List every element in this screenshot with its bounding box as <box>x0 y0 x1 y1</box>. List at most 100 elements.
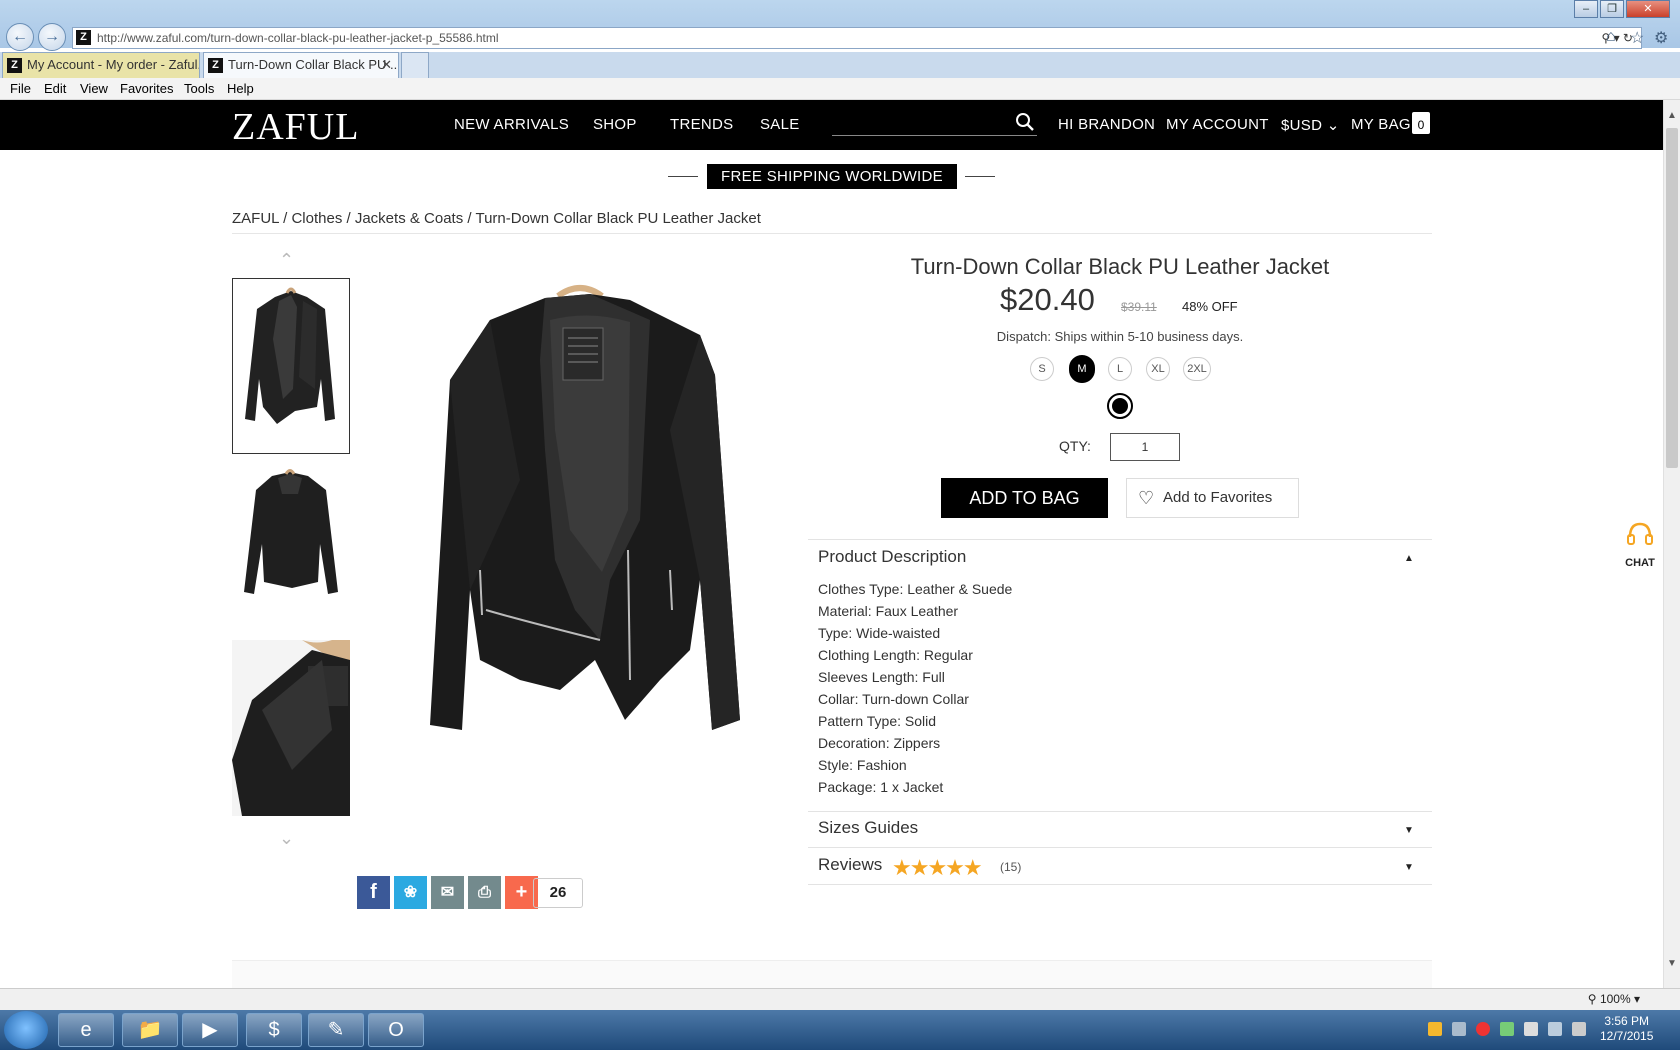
chat-label: CHAT <box>1625 557 1655 569</box>
menu-edit[interactable]: Edit <box>44 81 66 96</box>
menu-file[interactable]: File <box>10 81 31 96</box>
tray-monitor-icon[interactable] <box>1548 1022 1562 1036</box>
description-line: Clothing Length: Regular <box>818 647 973 663</box>
nav-trends[interactable]: TRENDS <box>670 116 733 133</box>
size-option-s[interactable]: S <box>1030 357 1054 381</box>
zoom-level[interactable]: ⚲ 100% ▾ <box>1588 992 1640 1006</box>
thumbnail-detail[interactable] <box>232 640 350 816</box>
tab-favicon-icon: Z <box>7 58 22 73</box>
caret-down-icon[interactable]: ▼ <box>1404 862 1414 873</box>
favorites-label: Add to Favorites <box>1163 489 1273 506</box>
scroll-down-icon[interactable]: ▼ <box>1667 958 1677 969</box>
back-button[interactable]: ← <box>6 23 34 51</box>
tab-label: My Account - My order - Zaful... <box>27 57 200 72</box>
scroll-up-icon[interactable]: ▲ <box>1667 110 1677 121</box>
description-line: Collar: Turn-down Collar <box>818 691 969 707</box>
thumbnail-back[interactable] <box>232 464 350 614</box>
settings-gear-icon[interactable]: ⚙ <box>1654 28 1668 48</box>
clock-date: 12/7/2015 <box>1600 1029 1654 1043</box>
thumbnails-up-icon[interactable]: ⌃ <box>279 250 294 271</box>
breadcrumb: ZAFUL / Clothes / Jackets & Coats / Turn… <box>232 210 761 227</box>
page-scrollbar[interactable]: ▲ ▼ <box>1663 100 1680 988</box>
my-account-link[interactable]: MY ACCOUNT <box>1166 116 1269 133</box>
breadcrumb-jackets[interactable]: Jackets & Coats <box>355 210 463 227</box>
caret-up-icon[interactable]: ▲ <box>1404 553 1414 564</box>
money-app-icon[interactable]: $ <box>246 1013 302 1047</box>
tray-flag-icon[interactable] <box>1524 1022 1538 1036</box>
bag-icon[interactable]: 0 <box>1412 112 1430 134</box>
file-explorer-icon[interactable]: 📁 <box>122 1013 178 1047</box>
currency-selector[interactable]: $USD ⌄ <box>1281 116 1340 134</box>
outlook-icon[interactable]: O <box>368 1013 424 1047</box>
start-button[interactable] <box>4 1011 48 1049</box>
main-product-image[interactable] <box>370 280 780 780</box>
chat-widget[interactable]: CHAT <box>1620 520 1660 569</box>
system-clock[interactable]: 3:56 PM 12/7/2015 <box>1600 1014 1653 1044</box>
tray-antivirus-icon[interactable] <box>1476 1022 1490 1036</box>
menu-favorites[interactable]: Favorites <box>120 81 173 96</box>
color-swatch-black[interactable] <box>1107 393 1133 419</box>
section-divider <box>808 811 1432 812</box>
tray-volume-icon[interactable] <box>1572 1022 1586 1036</box>
sizes-guide-header[interactable]: Sizes Guides <box>818 818 918 838</box>
thumbnail-front[interactable] <box>232 278 350 454</box>
greeting-link[interactable]: HI BRANDON <box>1058 116 1155 133</box>
maximize-button[interactable]: ❐ <box>1600 0 1624 18</box>
description-line: Style: Fashion <box>818 757 907 773</box>
quantity-input[interactable] <box>1110 433 1180 461</box>
site-logo[interactable]: ZAFUL <box>232 105 359 149</box>
tab-product[interactable]: Z Turn-Down Collar Black PU ... ✕ <box>203 52 399 78</box>
close-window-button[interactable]: ✕ <box>1626 0 1670 18</box>
clock-time: 3:56 PM <box>1604 1014 1650 1028</box>
site-favicon-icon: Z <box>76 30 91 45</box>
caret-down-icon[interactable]: ▼ <box>1404 825 1414 836</box>
reviews-header[interactable]: Reviews <box>818 855 882 875</box>
address-bar[interactable]: Z http://www.zaful.com/turn-down-collar-… <box>72 27 1642 49</box>
browser-titlebar: ← → Z http://www.zaful.com/turn-down-col… <box>0 0 1680 51</box>
forward-button[interactable]: → <box>38 23 66 51</box>
discount-badge: 48% OFF <box>1182 299 1238 314</box>
size-option-l[interactable]: L <box>1108 357 1132 381</box>
size-option-xl[interactable]: XL <box>1146 357 1170 381</box>
my-bag-link[interactable]: MY BAG <box>1351 116 1411 133</box>
product-description-list: Clothes Type: Leather & Suede Material: … <box>818 578 1012 798</box>
minimize-button[interactable]: – <box>1574 0 1598 18</box>
product-description-header[interactable]: Product Description <box>818 547 966 567</box>
scrollbar-thumb[interactable] <box>1666 128 1678 468</box>
section-divider <box>808 847 1432 848</box>
size-option-2xl[interactable]: 2XL <box>1183 357 1211 381</box>
menu-tools[interactable]: Tools <box>184 81 214 96</box>
new-tab-button[interactable] <box>401 52 429 78</box>
breadcrumb-clothes[interactable]: Clothes <box>291 210 342 227</box>
add-to-favorites-button[interactable]: ♡ Add to Favorites <box>1126 478 1299 518</box>
internet-explorer-icon[interactable]: e <box>58 1013 114 1047</box>
tray-network-icon[interactable] <box>1500 1022 1514 1036</box>
twitter-share-icon[interactable]: ❀ <box>394 876 427 909</box>
add-to-bag-button[interactable]: ADD TO BAG <box>941 478 1108 518</box>
menu-help[interactable]: Help <box>227 81 254 96</box>
nav-sale[interactable]: SALE <box>760 116 800 133</box>
calculator-app-icon[interactable]: ✎ <box>308 1013 364 1047</box>
menu-view[interactable]: View <box>80 81 108 96</box>
size-option-m[interactable]: M <box>1069 355 1095 383</box>
product-price: $20.40 <box>1000 282 1095 317</box>
tab-close-icon[interactable]: ✕ <box>381 53 392 77</box>
share-count: 26 <box>533 878 583 908</box>
breadcrumb-home[interactable]: ZAFUL <box>232 210 279 227</box>
tray-office-icon[interactable] <box>1428 1022 1442 1036</box>
search-input[interactable] <box>832 135 1037 136</box>
media-player-icon[interactable]: ▶ <box>182 1013 238 1047</box>
swatch-fill <box>1112 398 1128 414</box>
print-icon[interactable]: ⎙ <box>468 876 501 909</box>
nav-shop[interactable]: SHOP <box>593 116 637 133</box>
search-icon[interactable] <box>1015 112 1035 138</box>
original-price: $39.11 <box>1121 300 1157 314</box>
nav-new-arrivals[interactable]: NEW ARRIVALS <box>454 116 569 133</box>
tray-device-icon[interactable] <box>1452 1022 1466 1036</box>
email-share-icon[interactable]: ✉ <box>431 876 464 909</box>
favorites-star-icon[interactable]: ☆ <box>1630 28 1644 48</box>
home-icon[interactable]: ⌂ <box>1606 28 1616 46</box>
thumbnails-down-icon[interactable]: ⌄ <box>279 828 294 849</box>
facebook-share-icon[interactable]: f <box>357 876 390 909</box>
tab-my-account[interactable]: Z My Account - My order - Zaful... <box>2 52 200 78</box>
